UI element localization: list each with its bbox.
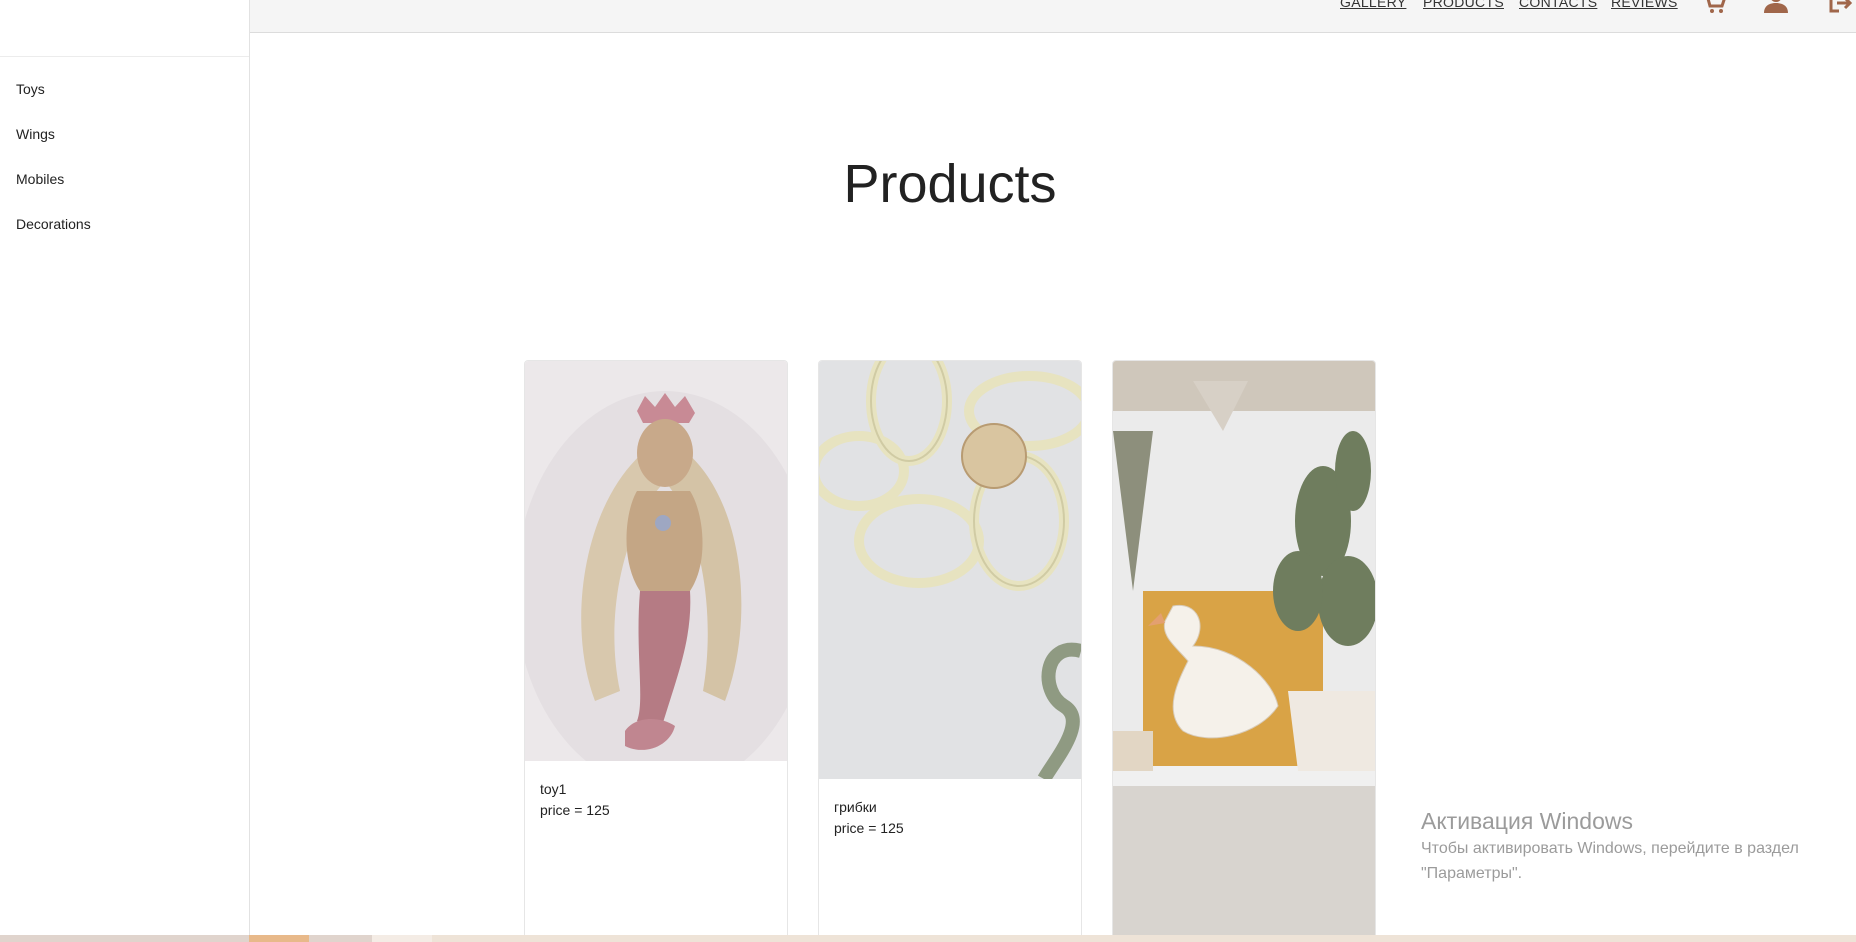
watermark-line-1: Чтобы активировать Windows, перейдите в … <box>1421 840 1799 857</box>
product-info: toy1 price = 125 <box>540 779 610 821</box>
windows-activation-watermark: Активация Windows Чтобы активировать Win… <box>1421 806 1851 886</box>
product-name: toy1 <box>540 781 567 797</box>
top-nav: GALLERY PRODUCTS CONTACTS REVIEWS <box>250 0 1856 33</box>
nav-products-link[interactable]: PRODUCTS <box>1423 0 1504 10</box>
product-info: грибки price = 125 <box>834 797 904 839</box>
sidebar-header <box>0 0 249 57</box>
product-image <box>525 361 787 761</box>
product-card[interactable] <box>1112 360 1376 942</box>
product-price: price = 125 <box>540 802 610 818</box>
product-image <box>819 361 1081 779</box>
strip-segment <box>249 935 309 942</box>
product-card[interactable]: toy1 price = 125 <box>524 360 788 942</box>
strip-segment <box>372 935 432 942</box>
page-title: Products <box>843 154 1057 214</box>
sidebar-item-wings[interactable]: Wings <box>0 112 249 157</box>
product-image <box>1113 361 1375 941</box>
category-list: Toys Wings Mobiles Decorations <box>0 67 249 247</box>
nav-reviews-link[interactable]: REVIEWS <box>1611 0 1678 10</box>
watermark-line-2: "Параметры". <box>1421 865 1523 882</box>
nav-contacts-link[interactable]: CONTACTS <box>1519 0 1597 10</box>
sidebar: Toys Wings Mobiles Decorations <box>0 0 250 935</box>
bottom-strip <box>0 935 1856 942</box>
nav-gallery-link[interactable]: GALLERY <box>1340 0 1406 10</box>
product-price: price = 125 <box>834 820 904 836</box>
sidebar-item-toys[interactable]: Toys <box>0 67 249 112</box>
product-card[interactable]: грибки price = 125 <box>818 360 1082 942</box>
sidebar-item-decorations[interactable]: Decorations <box>0 202 249 247</box>
cart-icon[interactable] <box>1702 0 1728 19</box>
user-icon[interactable] <box>1762 0 1790 19</box>
watermark-title: Активация Windows <box>1421 808 1633 834</box>
sidebar-item-mobiles[interactable]: Mobiles <box>0 157 249 202</box>
product-name: грибки <box>834 799 877 815</box>
logout-icon[interactable] <box>1827 0 1853 19</box>
strip-segment <box>432 935 1856 942</box>
